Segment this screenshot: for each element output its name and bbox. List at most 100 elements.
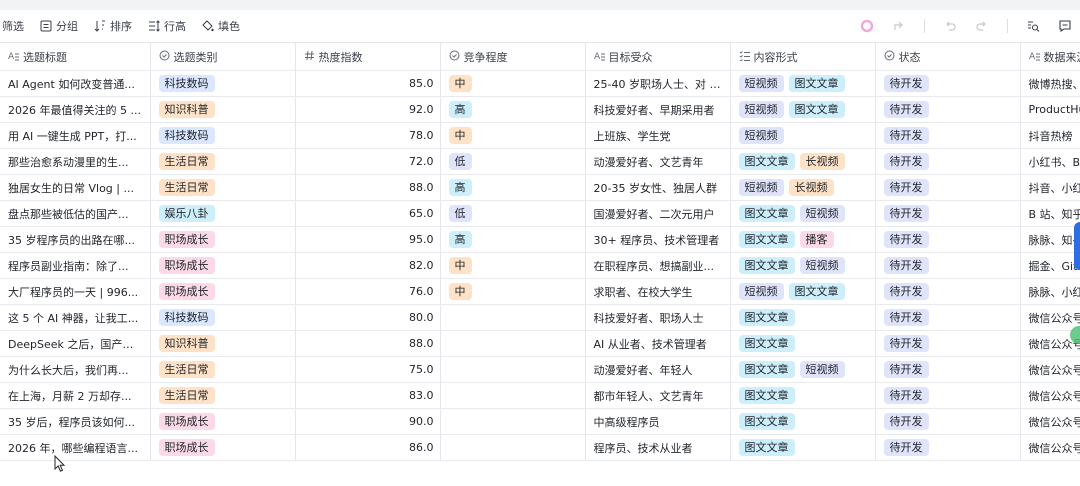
title-cell[interactable]: 为什么长大后，我们再... [0,356,151,383]
category-cell[interactable]: 生活日常 [150,174,296,201]
status-cell[interactable]: 待开发 [875,304,1021,331]
competition-cell[interactable]: 中 [440,122,586,149]
category-cell[interactable]: 职场成长 [150,408,296,435]
competition-cell[interactable]: 中 [440,278,586,305]
status-cell[interactable]: 待开发 [875,200,1021,227]
status-cell[interactable]: 待开发 [875,278,1021,305]
competition-cell[interactable]: 低 [440,200,586,227]
format-cell[interactable]: 图文文章 短视频 [730,200,876,227]
title-cell[interactable]: 程序员副业指南：除了... [0,252,151,279]
side-panel-handle[interactable] [1074,222,1080,270]
category-cell[interactable]: 职场成长 [150,278,296,305]
status-cell[interactable]: 待开发 [875,122,1021,149]
audience-cell[interactable]: 25-40 岁职场人士、对 A... [585,70,731,97]
comment-icon[interactable] [1058,19,1072,33]
search-icon[interactable] [1026,19,1040,33]
heat-cell[interactable]: 95.0 [295,226,441,253]
column-header-2[interactable]: 热度指数 [295,42,441,71]
heat-cell[interactable]: 82.0 [295,252,441,279]
category-cell[interactable]: 生活日常 [150,356,296,383]
competition-cell[interactable] [440,434,586,461]
title-cell[interactable]: 用 AI 一键生成 PPT，打... [0,122,151,149]
title-cell[interactable]: 35 岁程序员的出路在哪... [0,226,151,253]
status-cell[interactable]: 待开发 [875,408,1021,435]
title-cell[interactable]: 在上海，月薪 2 万却存... [0,382,151,409]
heat-cell[interactable]: 75.0 [295,356,441,383]
table-row[interactable]: 35 岁后，程序员该如何... 职场成长 90.0 中高级程序员 图文文章 待开发 微信公众… [0,408,1080,435]
status-cell[interactable]: 待开发 [875,148,1021,175]
loading-icon[interactable] [860,19,874,33]
competition-cell[interactable]: 高 [440,96,586,123]
competition-cell[interactable] [440,330,586,357]
source-cell[interactable]: 脉脉、小红 [1020,278,1080,305]
title-cell[interactable]: 独居女生的日常 Vlog | ... [0,174,151,201]
audience-cell[interactable]: 程序员、技术从业者 [585,434,731,461]
share-icon[interactable] [892,19,906,33]
column-header-0[interactable]: A 选题标题 [0,42,151,71]
table-row[interactable]: 2026 年最值得关注的 5 ... 知识科普 92.0 高 科技爱好者、早期采用者 短视… [0,96,1080,123]
category-cell[interactable]: 知识科普 [150,96,296,123]
table-row[interactable]: AI Agent 如何改变普通... 科技数码 85.0 中 25-40 岁职场人士、对… [0,70,1080,97]
format-cell[interactable]: 图文文章 播客 [730,226,876,253]
format-cell[interactable]: 图文文章 [730,408,876,435]
audience-cell[interactable]: 20-35 岁女性、独居人群 [585,174,731,201]
source-cell[interactable]: 微博热搜、 [1020,70,1080,97]
table-row[interactable]: 程序员副业指南：除了... 职场成长 82.0 中在职程序员、想搞副业... 图文文章短… [0,252,1080,279]
source-cell[interactable]: 微信公众号 [1020,356,1080,383]
category-cell[interactable]: 知识科普 [150,330,296,357]
source-cell[interactable]: 微信公众号 [1020,434,1080,461]
competition-cell[interactable] [440,356,586,383]
source-cell[interactable]: ProductHun [1020,96,1080,123]
table-row[interactable]: 35 岁程序员的出路在哪... 职场成长 95.0 高 30+ 程序员、技术管理者 图文文… [0,226,1080,253]
table-row[interactable]: 为什么长大后，我们再... 生活日常 75.0 动漫爱好者、年轻人 图文文章 短视频 待开发… [0,356,1080,383]
title-cell[interactable]: 盘点那些被低估的国产... [0,200,151,227]
audience-cell[interactable]: AI 从业者、技术管理者 [585,330,731,357]
audience-cell[interactable]: 求职者、在校大学生 [585,278,731,305]
table-row[interactable]: 那些治愈系动漫里的生... 生活日常 72.0 低动漫爱好者、文艺青年 图文文章 长视频待… [0,148,1080,175]
column-header-5[interactable]: 内容形式 [730,42,876,71]
title-cell[interactable]: 那些治愈系动漫里的生... [0,148,151,175]
source-cell[interactable]: 抖音、小红 [1020,174,1080,201]
undo-icon[interactable] [943,19,957,33]
audience-cell[interactable]: 动漫爱好者、年轻人 [585,356,731,383]
table-row[interactable]: 在上海，月薪 2 万却存... 生活日常 83.0 都市年轻人、文艺青年 图文文章 待开发… [0,382,1080,409]
format-cell[interactable]: 图文文章 短视频 [730,252,876,279]
format-cell[interactable]: 图文文章 长视频 [730,148,876,175]
audience-cell[interactable]: 中高级程序员 [585,408,731,435]
source-cell[interactable]: 脉脉、知乎 [1020,226,1080,253]
heat-cell[interactable]: 90.0 [295,408,441,435]
table-row[interactable]: 用 AI 一键生成 PPT，打... 科技数码 78.0 中 上班族、学生党 短视频 待开发… [0,122,1080,149]
status-cell[interactable]: 待开发 [875,434,1021,461]
heat-cell[interactable]: 88.0 [295,330,441,357]
format-cell[interactable]: 图文文章 [730,382,876,409]
category-cell[interactable]: 科技数码 [150,304,296,331]
audience-cell[interactable]: 都市年轻人、文艺青年 [585,382,731,409]
audience-cell[interactable]: 动漫爱好者、文艺青年 [585,148,731,175]
source-cell[interactable]: 掘金、Gith [1020,252,1080,279]
status-cell[interactable]: 待开发 [875,96,1021,123]
format-cell[interactable]: 短视频 图文文章 [730,70,876,97]
audience-cell[interactable]: 科技爱好者、早期采用者 [585,96,731,123]
title-cell[interactable]: 2026 年，哪些编程语言... [0,434,151,461]
category-cell[interactable]: 生活日常 [150,148,296,175]
format-cell[interactable]: 短视频 长视频 [730,174,876,201]
heat-cell[interactable]: 78.0 [295,122,441,149]
status-cell[interactable]: 待开发 [875,70,1021,97]
heat-cell[interactable]: 86.0 [295,434,441,461]
format-cell[interactable]: 短视频 图文文章 [730,96,876,123]
category-cell[interactable]: 科技数码 [150,70,296,97]
category-cell[interactable]: 科技数码 [150,122,296,149]
audience-cell[interactable]: 在职程序员、想搞副业... [585,252,731,279]
table-row[interactable]: 2026 年，哪些编程语言... 职场成长 86.0 程序员、技术从业者 图文文章 待开发… [0,434,1080,461]
title-cell[interactable]: 这 5 个 AI 神器，让我工... [0,304,151,331]
competition-cell[interactable]: 中 [440,252,586,279]
format-cell[interactable]: 短视频 图文文章 [730,278,876,305]
heat-cell[interactable]: 65.0 [295,200,441,227]
table-row[interactable]: 盘点那些被低估的国产... 娱乐八卦 65.0 低 国漫爱好者、二次元用户 图文文章 短视频… [0,200,1080,227]
table-row[interactable]: 独居女生的日常 Vlog | ... 生活日常 88.0 高 20-35 岁女性、独居人… [0,174,1080,201]
status-cell[interactable]: 待开发 [875,252,1021,279]
competition-cell[interactable] [440,304,586,331]
sort-button[interactable]: 排序 [94,16,132,36]
category-cell[interactable]: 职场成长 [150,226,296,253]
title-cell[interactable]: 2026 年最值得关注的 5 ... [0,96,151,123]
